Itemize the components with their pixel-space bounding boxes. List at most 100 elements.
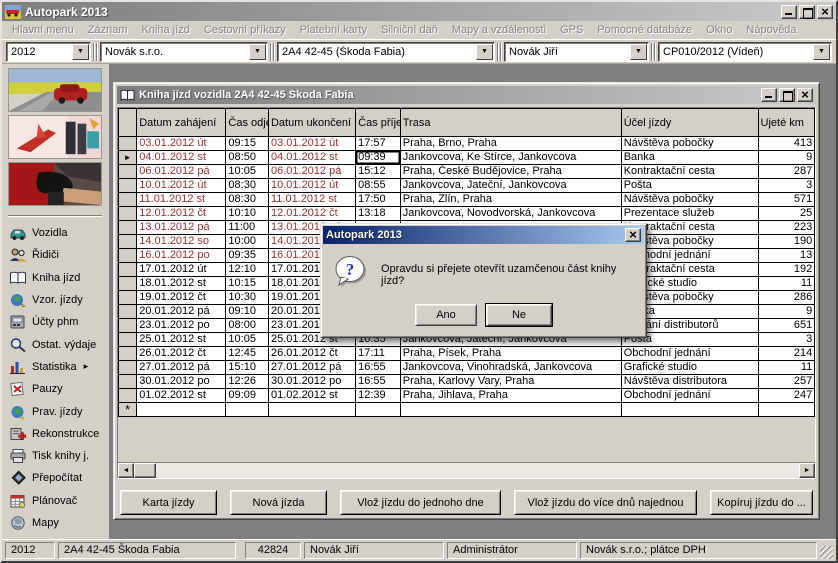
arrival-time-cell[interactable]: 16:55 — [356, 375, 401, 389]
distance-cell[interactable]: 214 — [758, 347, 815, 361]
menu-item-6[interactable]: Mapy a vzdálenosti — [445, 22, 553, 38]
table-row[interactable]: 03.01.2012 út09:1503.01.2012 út17:57Prah… — [119, 137, 817, 151]
maximize-button[interactable] — [799, 5, 815, 19]
logbook-minimize-button[interactable] — [761, 88, 777, 102]
departure-time-cell[interactable]: 10:30 — [226, 291, 269, 305]
logbook-button-0[interactable]: Karta jízdy — [120, 490, 217, 515]
distance-cell[interactable]: 11 — [758, 277, 815, 291]
distance-cell[interactable]: 25 — [758, 207, 815, 221]
column-header-0[interactable] — [119, 109, 137, 137]
start-date-cell[interactable]: 17.01.2012 út — [137, 263, 226, 277]
distance-cell[interactable]: 192 — [758, 263, 815, 277]
combo-1[interactable]: Novák s.r.o.▼ — [100, 42, 268, 62]
empty-cell[interactable] — [356, 403, 401, 417]
route-cell[interactable]: Praha, Zlín, Praha — [400, 193, 621, 207]
chevron-down-icon[interactable]: ▼ — [630, 44, 647, 60]
distance-cell[interactable]: 223 — [758, 221, 815, 235]
start-date-cell[interactable]: 14.01.2012 so — [137, 235, 226, 249]
start-date-cell[interactable]: 06.01.2012 pá — [137, 165, 226, 179]
yes-button[interactable]: Ano — [415, 304, 477, 326]
arrival-time-cell[interactable]: 09:39 — [356, 151, 401, 165]
combo-0[interactable]: 2012▼ — [6, 42, 91, 62]
logbook-titlebar[interactable]: Kniha jízd vozidla 2A4 42-45 Škoda Fabia — [117, 86, 816, 104]
arrival-time-cell[interactable]: 15:12 — [356, 165, 401, 179]
start-date-cell[interactable]: 26.01.2012 čt — [137, 347, 226, 361]
purpose-cell[interactable]: Návštěva pobočky — [621, 137, 758, 151]
row-marker-cell[interactable] — [119, 207, 137, 221]
minimize-button[interactable] — [781, 5, 797, 19]
chevron-down-icon[interactable]: ▼ — [72, 44, 89, 60]
new-record-row[interactable]: * — [119, 403, 817, 417]
distance-cell[interactable]: 651 — [758, 319, 815, 333]
distance-cell[interactable]: 286 — [758, 291, 815, 305]
start-date-cell[interactable]: 27.01.2012 pá — [137, 361, 226, 375]
table-row[interactable]: 11.01.2012 st08:3011.01.2012 st17:50Prah… — [119, 193, 817, 207]
purpose-cell[interactable]: Návštěva distributora — [621, 375, 758, 389]
row-marker-cell[interactable] — [119, 319, 137, 333]
sidebar-item--idi-i[interactable]: Řidiči — [8, 244, 104, 266]
distance-cell[interactable]: 247 — [758, 389, 815, 403]
column-header-4[interactable]: Čas příjezdu — [356, 109, 401, 137]
row-marker-cell[interactable] — [119, 361, 137, 375]
menu-item-5[interactable]: Silniční daň — [374, 22, 445, 38]
table-row[interactable]: 27.01.2012 pá15:1027.01.2012 pá16:55Jank… — [119, 361, 817, 375]
route-cell[interactable]: Jankovcova, Vinohradská, Jankovcova — [400, 361, 621, 375]
row-marker-cell[interactable]: ► — [119, 151, 137, 165]
route-cell[interactable]: Jankovcova, Jateční, Jankovcova — [400, 179, 621, 193]
distance-cell[interactable]: 287 — [758, 165, 815, 179]
departure-time-cell[interactable]: 10:15 — [226, 277, 269, 291]
end-date-cell[interactable]: 30.01.2012 po — [268, 375, 355, 389]
table-row[interactable]: 06.01.2012 pá10:0506.01.2012 pá15:12Prah… — [119, 165, 817, 179]
departure-time-cell[interactable]: 10:05 — [226, 165, 269, 179]
distance-cell[interactable]: 9 — [758, 305, 815, 319]
table-row[interactable]: 01.02.2012 st09:0901.02.2012 st12:39Prah… — [119, 389, 817, 403]
row-marker-cell[interactable] — [119, 165, 137, 179]
logbook-button-3[interactable]: Vlož jízdu do více dnů najednou — [514, 490, 697, 515]
distance-cell[interactable]: 257 — [758, 375, 815, 389]
departure-time-cell[interactable]: 10:00 — [226, 235, 269, 249]
purpose-cell[interactable]: Kontraktační cesta — [621, 165, 758, 179]
row-marker-cell[interactable] — [119, 333, 137, 347]
dialog-titlebar[interactable]: Autopark 2013 — [323, 226, 644, 244]
purpose-cell[interactable]: Grafické studio — [621, 361, 758, 375]
start-date-cell[interactable]: 03.01.2012 út — [137, 137, 226, 151]
menu-item-7[interactable]: GPS — [553, 22, 590, 38]
departure-time-cell[interactable]: 12:45 — [226, 347, 269, 361]
start-date-cell[interactable]: 04.01.2012 st — [137, 151, 226, 165]
departure-time-cell[interactable]: 12:26 — [226, 375, 269, 389]
chevron-down-icon[interactable]: ▼ — [476, 44, 493, 60]
menu-item-3[interactable]: Cestovní příkazy — [197, 22, 293, 38]
row-marker-cell[interactable] — [119, 263, 137, 277]
row-marker-cell[interactable] — [119, 291, 137, 305]
arrival-time-cell[interactable]: 17:11 — [356, 347, 401, 361]
route-cell[interactable]: Praha, Karlovy Vary, Praha — [400, 375, 621, 389]
departure-time-cell[interactable]: 10:10 — [226, 207, 269, 221]
arrival-time-cell[interactable]: 12:39 — [356, 389, 401, 403]
column-header-5[interactable]: Trasa — [400, 109, 621, 137]
purpose-cell[interactable]: Obchodní jednání — [621, 389, 758, 403]
end-date-cell[interactable]: 26.01.2012 čt — [268, 347, 355, 361]
route-cell[interactable]: Praha, Jihlava, Praha — [400, 389, 621, 403]
start-date-cell[interactable]: 20.01.2012 pá — [137, 305, 226, 319]
arrival-time-cell[interactable]: 13:18 — [356, 207, 401, 221]
purpose-cell[interactable]: Prezentace služeb — [621, 207, 758, 221]
route-cell[interactable]: Jankovcova, Ke Stírce, Jankovcova — [400, 151, 621, 165]
row-marker-cell[interactable] — [119, 347, 137, 361]
scrollbar-track[interactable] — [156, 463, 799, 478]
sidebar-item-pl-nova-[interactable]: Plánovač — [8, 490, 104, 512]
arrival-time-cell[interactable]: 16:55 — [356, 361, 401, 375]
departure-time-cell[interactable]: 10:05 — [226, 333, 269, 347]
logbook-button-2[interactable]: Vlož jízdu do jednoho dne — [340, 490, 501, 515]
start-date-cell[interactable]: 12.01.2012 čt — [137, 207, 226, 221]
menu-item-0[interactable]: Hlavní menu — [5, 22, 81, 38]
row-marker-cell[interactable] — [119, 389, 137, 403]
departure-time-cell[interactable]: 09:35 — [226, 249, 269, 263]
departure-time-cell[interactable]: 11:00 — [226, 221, 269, 235]
distance-cell[interactable]: 571 — [758, 193, 815, 207]
end-date-cell[interactable]: 01.02.2012 st — [268, 389, 355, 403]
departure-time-cell[interactable]: 08:50 — [226, 151, 269, 165]
sidebar-item-kniha-j-zd[interactable]: Kniha jízd — [8, 267, 104, 289]
sidebar-item-ostat-v-daje[interactable]: Ostat. výdaje — [8, 333, 104, 355]
chevron-down-icon[interactable]: ▼ — [813, 44, 830, 60]
scroll-right-arrow[interactable]: ► — [799, 463, 815, 478]
